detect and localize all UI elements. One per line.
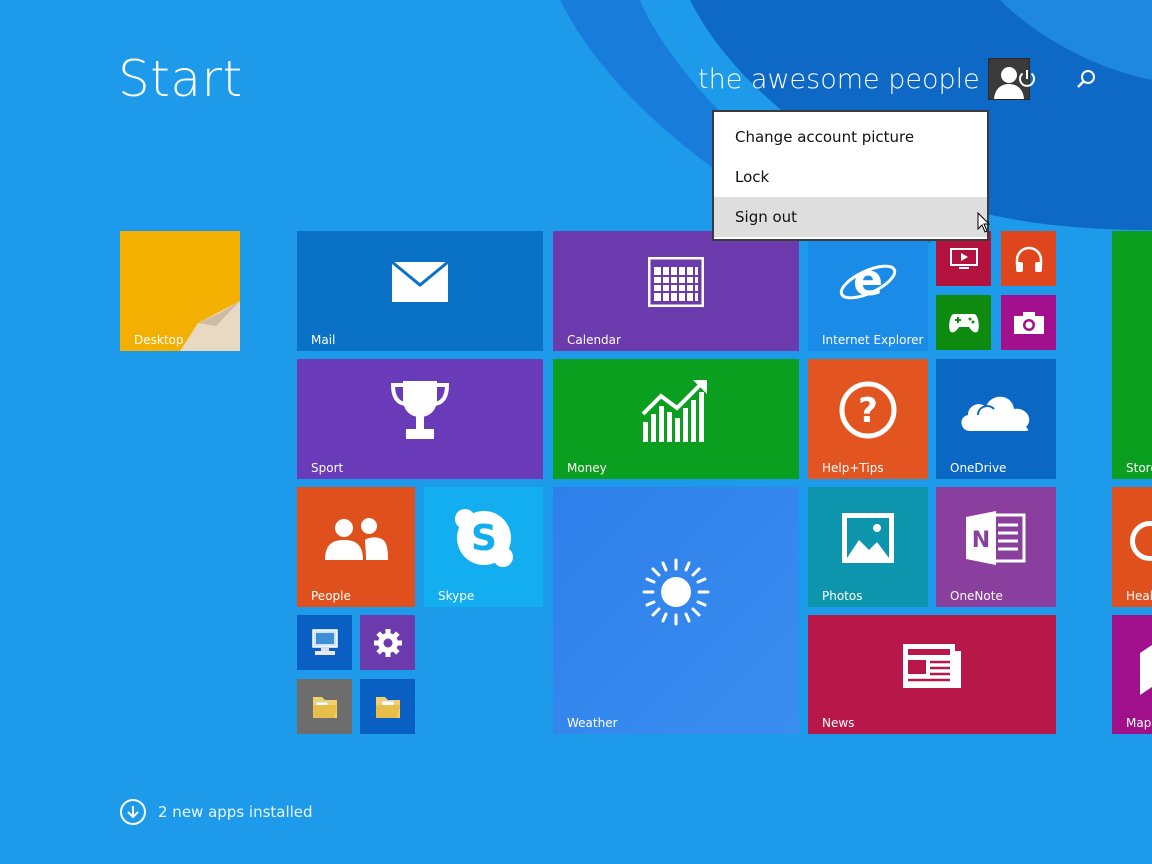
maps-icon bbox=[1140, 645, 1152, 695]
svg-text:?: ? bbox=[858, 391, 878, 431]
tile-label: Weather bbox=[567, 716, 618, 730]
tile-label: OneNote bbox=[950, 589, 1003, 603]
mail-icon bbox=[391, 261, 449, 302]
gear-icon bbox=[373, 628, 402, 657]
tile-onedrive[interactable]: OneDrive bbox=[936, 359, 1056, 479]
tile-money[interactable]: Money bbox=[553, 359, 799, 479]
tile-settings[interactable] bbox=[360, 615, 415, 670]
video-icon bbox=[949, 247, 978, 269]
tile-this-pc[interactable] bbox=[297, 615, 352, 670]
menu-item-sign-out[interactable]: Sign out bbox=[714, 197, 987, 237]
trophy-icon bbox=[390, 381, 450, 439]
tile-news[interactable]: News bbox=[808, 615, 1056, 734]
tile-calendar[interactable]: Calendar bbox=[553, 231, 799, 351]
new-apps-notification[interactable]: 2 new apps installed bbox=[120, 799, 313, 825]
tile-desktop[interactable]: Desktop bbox=[120, 231, 240, 351]
tile-people[interactable]: People bbox=[297, 487, 415, 607]
tile-label: Calendar bbox=[567, 333, 621, 347]
health-icon bbox=[1130, 521, 1152, 561]
arrow-down-circle-icon bbox=[120, 799, 146, 825]
computer-icon bbox=[311, 628, 338, 655]
tile-music[interactable] bbox=[1001, 231, 1056, 286]
onenote-icon: N bbox=[966, 511, 1026, 565]
tile-label: Skype bbox=[438, 589, 475, 603]
mouse-cursor-icon bbox=[977, 212, 991, 233]
sun-icon bbox=[642, 558, 710, 626]
tile-photos[interactable]: Photos bbox=[808, 487, 928, 607]
people-icon bbox=[325, 518, 388, 560]
tile-weather[interactable]: Weather bbox=[553, 487, 799, 734]
menu-item-change-account-picture[interactable]: Change account picture bbox=[714, 117, 987, 157]
photos-icon bbox=[842, 513, 894, 563]
folder-icon bbox=[312, 696, 337, 718]
tile-label: Store bbox=[1126, 461, 1152, 475]
tile-label: Mail bbox=[311, 333, 336, 347]
tile-store[interactable]: Store bbox=[1112, 231, 1152, 479]
tile-internet-explorer[interactable]: e Internet Explorer bbox=[808, 231, 928, 351]
tile-sport[interactable]: Sport bbox=[297, 359, 543, 479]
internet-explorer-icon: e bbox=[839, 255, 897, 306]
tile-label: People bbox=[311, 589, 351, 603]
svg-text:N: N bbox=[972, 528, 990, 553]
tile-help-tips[interactable]: ? Help+Tips bbox=[808, 359, 928, 479]
username: the awesome people bbox=[698, 63, 980, 95]
help-icon: ? bbox=[839, 381, 897, 439]
calendar-icon bbox=[648, 257, 704, 307]
tile-onenote[interactable]: N OneNote bbox=[936, 487, 1056, 607]
account-menu: Change account picture Lock Sign out bbox=[712, 110, 989, 241]
tile-label: Internet Explorer bbox=[822, 333, 924, 347]
tile-mail[interactable]: Mail bbox=[297, 231, 543, 351]
tile-label: Sport bbox=[311, 461, 344, 475]
new-apps-text: 2 new apps installed bbox=[158, 803, 313, 821]
power-icon bbox=[1019, 70, 1035, 87]
tile-label: Desktop bbox=[134, 333, 184, 347]
search-icon bbox=[1077, 70, 1095, 88]
tile-label: Money bbox=[567, 461, 607, 475]
svg-text:e: e bbox=[853, 255, 883, 306]
tile-libraries[interactable] bbox=[360, 679, 415, 734]
tile-skype[interactable]: S Skype bbox=[424, 487, 543, 607]
money-chart-icon bbox=[641, 380, 707, 442]
power-button[interactable] bbox=[1012, 64, 1042, 94]
tile-camera[interactable] bbox=[1001, 295, 1056, 350]
game-controller-icon bbox=[948, 313, 979, 332]
user-account-button[interactable]: the awesome people bbox=[698, 58, 1030, 100]
tile-maps[interactable]: Maps bbox=[1112, 615, 1152, 734]
headphones-icon bbox=[1015, 246, 1042, 272]
menu-item-lock[interactable]: Lock bbox=[714, 157, 987, 197]
news-icon bbox=[903, 643, 961, 688]
camera-icon bbox=[1013, 311, 1044, 334]
folder-icon bbox=[375, 696, 400, 718]
start-title: Start bbox=[118, 50, 243, 108]
search-button[interactable] bbox=[1071, 64, 1101, 94]
skype-icon: S bbox=[454, 509, 513, 567]
tile-label: Photos bbox=[822, 589, 863, 603]
tile-health[interactable]: Heal bbox=[1112, 487, 1152, 607]
tile-file-explorer[interactable] bbox=[297, 679, 352, 734]
tile-label: News bbox=[822, 716, 855, 730]
tile-games[interactable] bbox=[936, 295, 991, 350]
tile-label: OneDrive bbox=[950, 461, 1007, 475]
tile-label: Maps bbox=[1126, 716, 1152, 730]
cloud-icon bbox=[961, 396, 1030, 431]
tile-label: Help+Tips bbox=[822, 461, 884, 475]
tile-label: Heal bbox=[1126, 589, 1152, 603]
svg-text:S: S bbox=[471, 518, 497, 559]
